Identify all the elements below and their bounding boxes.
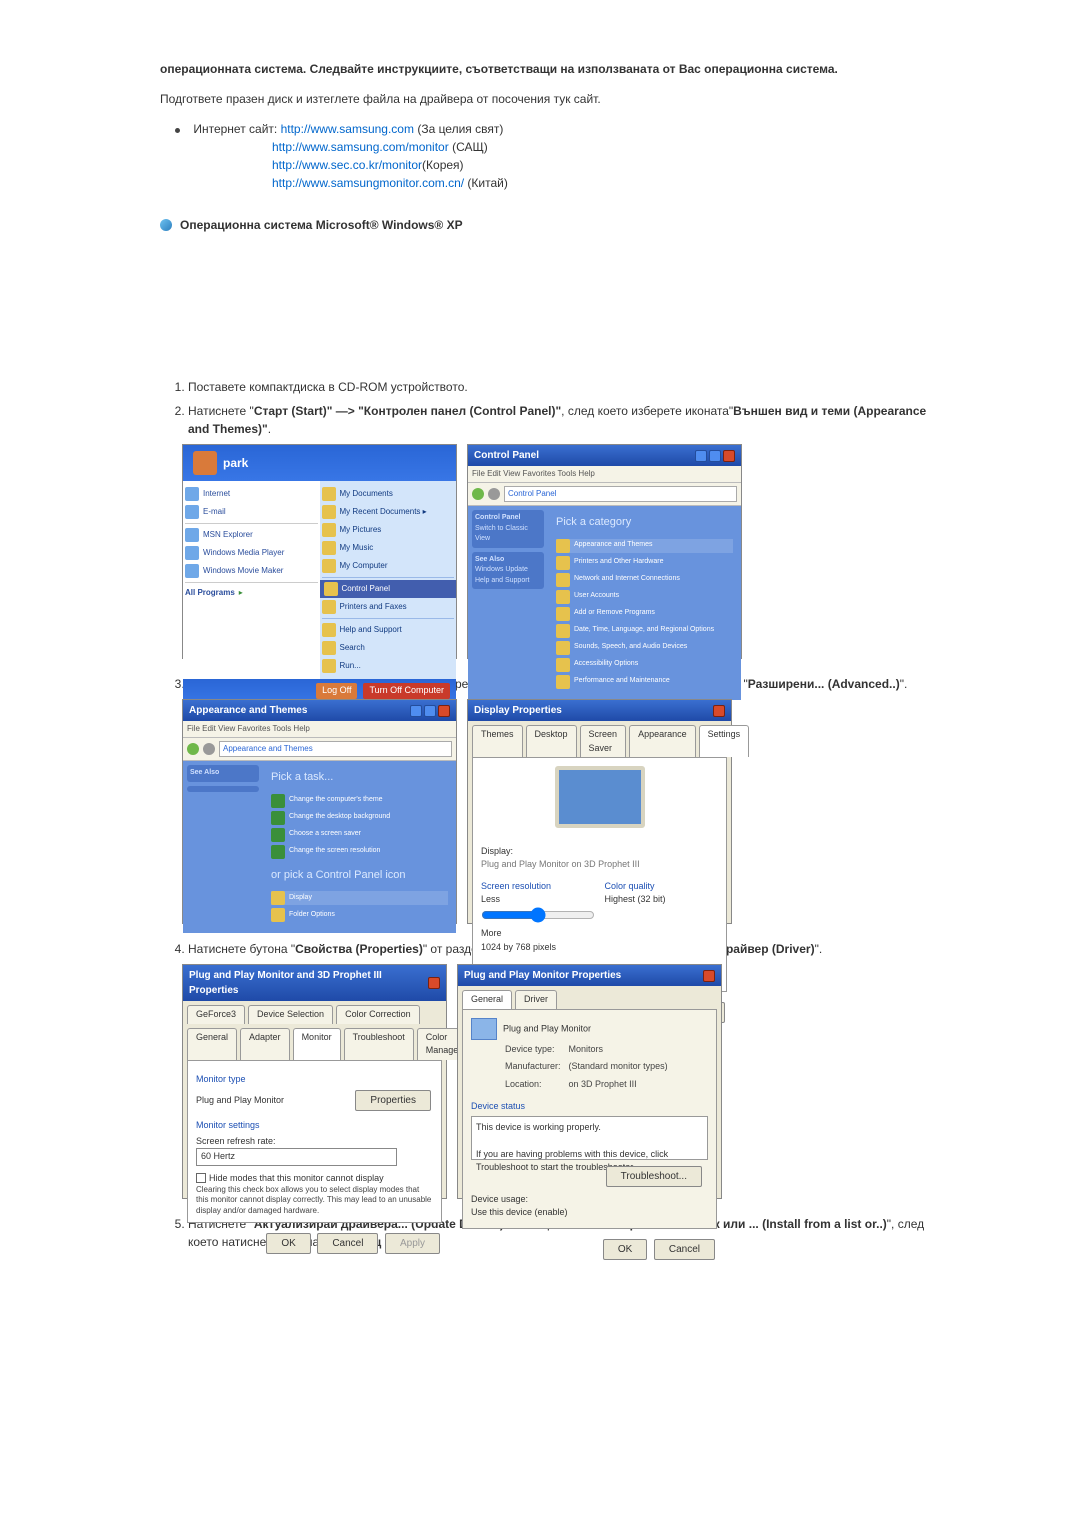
turnoff-button[interactable]: Turn Off Computer	[363, 683, 450, 699]
general-tab[interactable]: General	[462, 990, 512, 1009]
cp-addr[interactable]: Control Panel	[504, 486, 737, 502]
properties-button[interactable]: Properties	[355, 1090, 431, 1111]
resolution-slider[interactable]	[481, 907, 595, 923]
internet-row: Интернет сайт: http://www.samsung.com (З…	[175, 120, 930, 138]
intro-bold: операционната система. Следвайте инструк…	[160, 60, 930, 78]
control-panel-item[interactable]: Control Panel	[320, 580, 457, 598]
screenshot-pnp-properties: Plug and Play Monitor Properties General…	[457, 964, 722, 1199]
driver-tab[interactable]: Driver	[515, 990, 557, 1009]
logoff-button[interactable]: Log Off	[316, 683, 357, 699]
link-2-tail: (САЩ)	[449, 140, 488, 154]
back-icon[interactable]	[187, 743, 199, 755]
ok-button[interactable]: OK	[266, 1233, 310, 1254]
device-usage-select[interactable]: Use this device (enable)	[471, 1207, 568, 1217]
back-icon[interactable]	[472, 488, 484, 500]
link-1-tail: (За целия свят)	[414, 122, 503, 136]
color-quality-select[interactable]: Highest (32 bit)	[605, 894, 666, 904]
link-4[interactable]: http://www.samsungmonitor.com.cn/	[272, 176, 464, 190]
fwd-icon	[488, 488, 500, 500]
msn-icon	[185, 528, 199, 542]
pick-task-label: Pick a task...	[271, 769, 448, 786]
cancel-button[interactable]: Cancel	[317, 1233, 378, 1254]
apply-button: Apply	[385, 1233, 440, 1254]
cp-menu: File Edit View Favorites Tools Help	[468, 466, 741, 483]
pick-category-label: Pick a category	[556, 514, 733, 531]
heading-winxp: Операционна система Microsoft® Windows® …	[180, 216, 463, 234]
troubleshoot-button[interactable]: Troubleshoot...	[606, 1166, 702, 1187]
internet-label: Интернет сайт:	[193, 122, 277, 136]
monitor-preview-icon	[555, 766, 645, 828]
monitor-icon	[471, 1018, 497, 1040]
screenshot-display-properties: Display Properties Themes Desktop Screen…	[467, 699, 732, 924]
cancel-button[interactable]: Cancel	[654, 1239, 715, 1260]
docs-icon	[322, 487, 336, 501]
control-panel-icon	[324, 582, 338, 596]
or-pick-label: or pick a Control Panel icon	[271, 867, 448, 884]
settings-tab[interactable]: Settings	[699, 725, 750, 757]
mail-icon	[185, 505, 199, 519]
screenshot-appearance-themes: Appearance and Themes File Edit View Fav…	[182, 699, 457, 924]
avatar-icon	[193, 451, 217, 475]
ok-button[interactable]: OK	[603, 1239, 647, 1260]
cp-title: Control Panel	[474, 448, 539, 463]
link-2[interactable]: http://www.samsung.com/monitor	[272, 140, 449, 154]
ie-icon	[185, 487, 199, 501]
wmp-icon	[185, 546, 199, 560]
link-4-tail: (Китай)	[464, 176, 508, 190]
link-3-tail: (Корея)	[422, 158, 464, 172]
link-3[interactable]: http://www.sec.co.kr/monitor	[272, 158, 422, 172]
monitor-tab[interactable]: Monitor	[293, 1028, 341, 1060]
display-icon-item[interactable]: Display	[271, 891, 448, 905]
bullet-icon	[175, 128, 180, 133]
screenshot-monitor-advanced: Plug and Play Monitor and 3D Prophet III…	[182, 964, 447, 1199]
wmm-icon	[185, 564, 199, 578]
screenshot-control-panel: Control Panel File Edit View Favorites T…	[467, 444, 742, 659]
refresh-rate-select[interactable]: 60 Hertz	[196, 1148, 397, 1166]
section-bullet-icon	[160, 219, 172, 231]
cat-appearance[interactable]: Appearance and Themes	[556, 539, 733, 553]
intro-line1: Подгответе празен диск и изтеглете файла…	[160, 90, 930, 108]
step-2: Натиснете "Старт (Start)" —> "Контролен …	[188, 402, 930, 438]
step-1: Поставете компактдиска в CD-ROM устройст…	[188, 378, 930, 396]
start-user: park	[223, 454, 248, 472]
hide-modes-checkbox[interactable]	[196, 1173, 206, 1183]
screenshot-start-menu: park Internet E-mail MSN Explorer Window…	[182, 444, 457, 659]
link-1[interactable]: http://www.samsung.com	[281, 122, 414, 136]
